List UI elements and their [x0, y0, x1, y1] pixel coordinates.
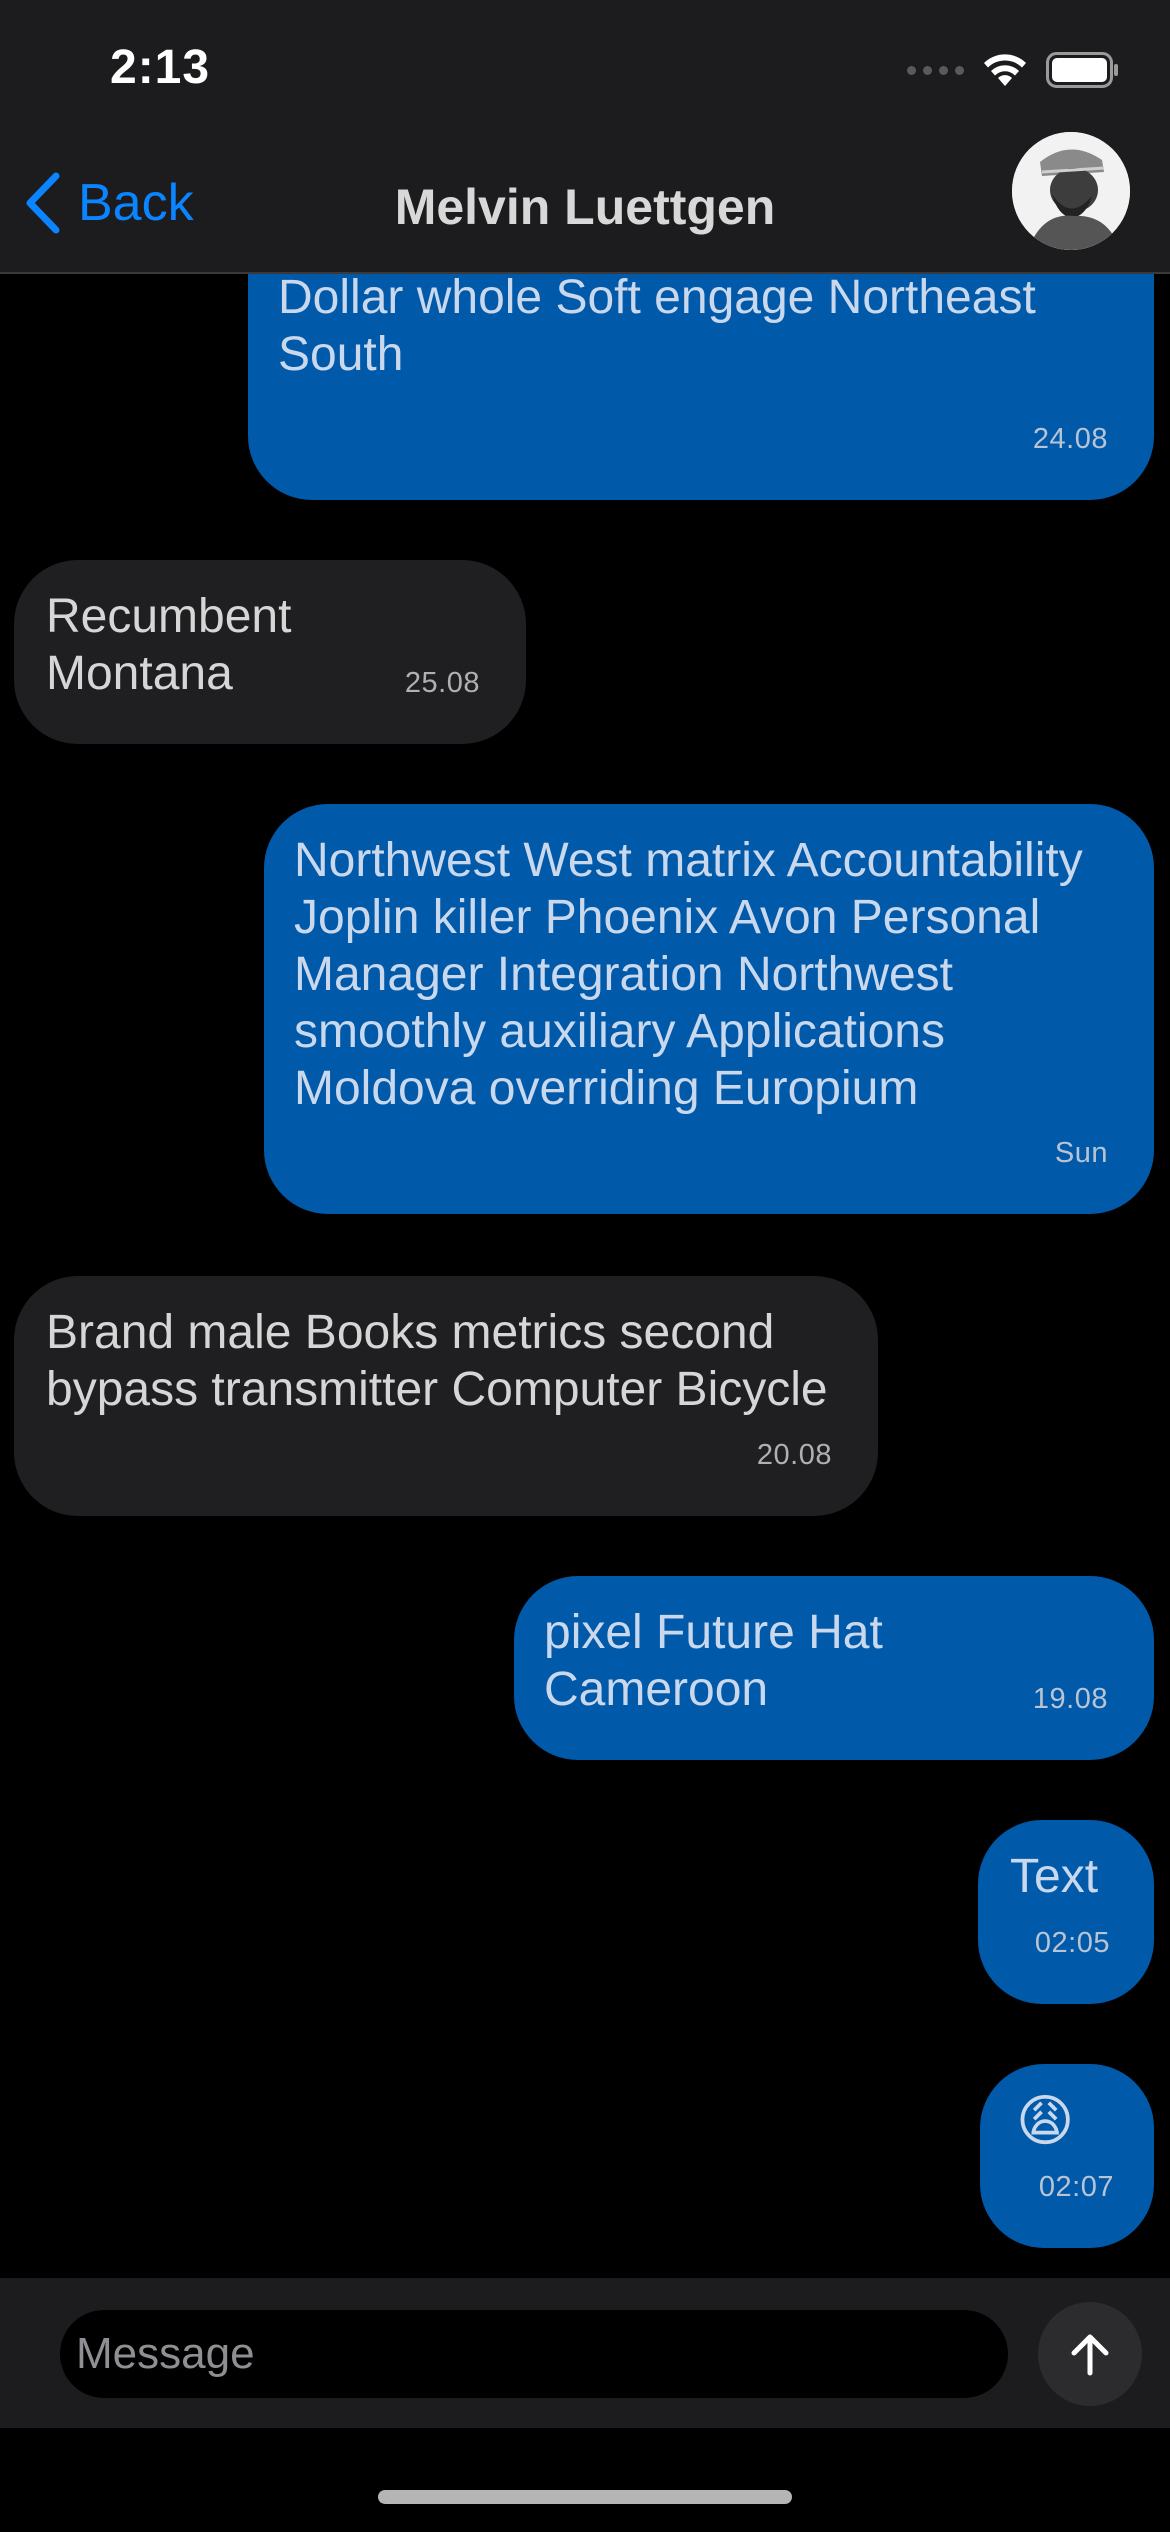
message-bubble-incoming[interactable]: Brand male Books metrics second bypass t…: [14, 1276, 878, 1516]
chat-screen: Latin Northwest of Malaysia while New Do…: [0, 0, 1170, 2532]
message-bubble-outgoing[interactable]: pixel Future Hat Cameroon 19.08: [514, 1576, 1154, 1760]
wifi-icon: [984, 54, 1026, 86]
message-bubble-outgoing[interactable]: Text 02:05: [978, 1820, 1154, 2004]
message-time: Sun: [1054, 1137, 1108, 1169]
message-time: 19.08: [1032, 1683, 1108, 1715]
message-bubble-outgoing[interactable]: 😩 02:07: [980, 2064, 1154, 2248]
message-text: pixel Future Hat Cameroon: [544, 1606, 883, 1716]
message-time: 02:07: [1038, 2171, 1114, 2203]
send-button[interactable]: [1038, 2302, 1142, 2406]
home-indicator[interactable]: [378, 2490, 792, 2504]
message-time: 02:05: [1034, 1927, 1110, 1959]
cellular-signal-icon: [907, 65, 964, 75]
status-bar-time: 2:13: [110, 41, 211, 94]
battery-icon: [1046, 52, 1118, 88]
message-time: 25.08: [404, 667, 480, 699]
message-time: 20.08: [756, 1439, 832, 1471]
contact-avatar[interactable]: [1012, 132, 1130, 250]
contact-name-title: Melvin Luettgen: [394, 179, 776, 235]
message-text: Northwest West matrix Accountability Jop…: [294, 834, 1083, 1115]
emoji-weary-face: 😩: [1016, 2089, 1075, 2152]
status-bar-icons: [907, 52, 1120, 88]
avatar-photo: [1012, 132, 1130, 250]
arrow-up-icon: [1071, 2334, 1109, 2376]
message-thread[interactable]: Latin Northwest of Malaysia while New Do…: [0, 0, 1170, 2278]
message-text: Text: [1010, 1850, 1099, 1903]
message-text: Brand male Books metrics second bypass t…: [46, 1306, 828, 1416]
message-bubble-outgoing[interactable]: Northwest West matrix Accountability Jop…: [264, 804, 1154, 1214]
message-composer: [0, 2278, 1170, 2428]
message-bubble-incoming[interactable]: Recumbent Montana 25.08: [14, 560, 526, 744]
message-input[interactable]: [60, 2310, 1008, 2398]
navigation-bar: 2:13 Back Melvin Luettgen: [0, 0, 1170, 274]
message-time: 24.08: [1032, 423, 1108, 455]
